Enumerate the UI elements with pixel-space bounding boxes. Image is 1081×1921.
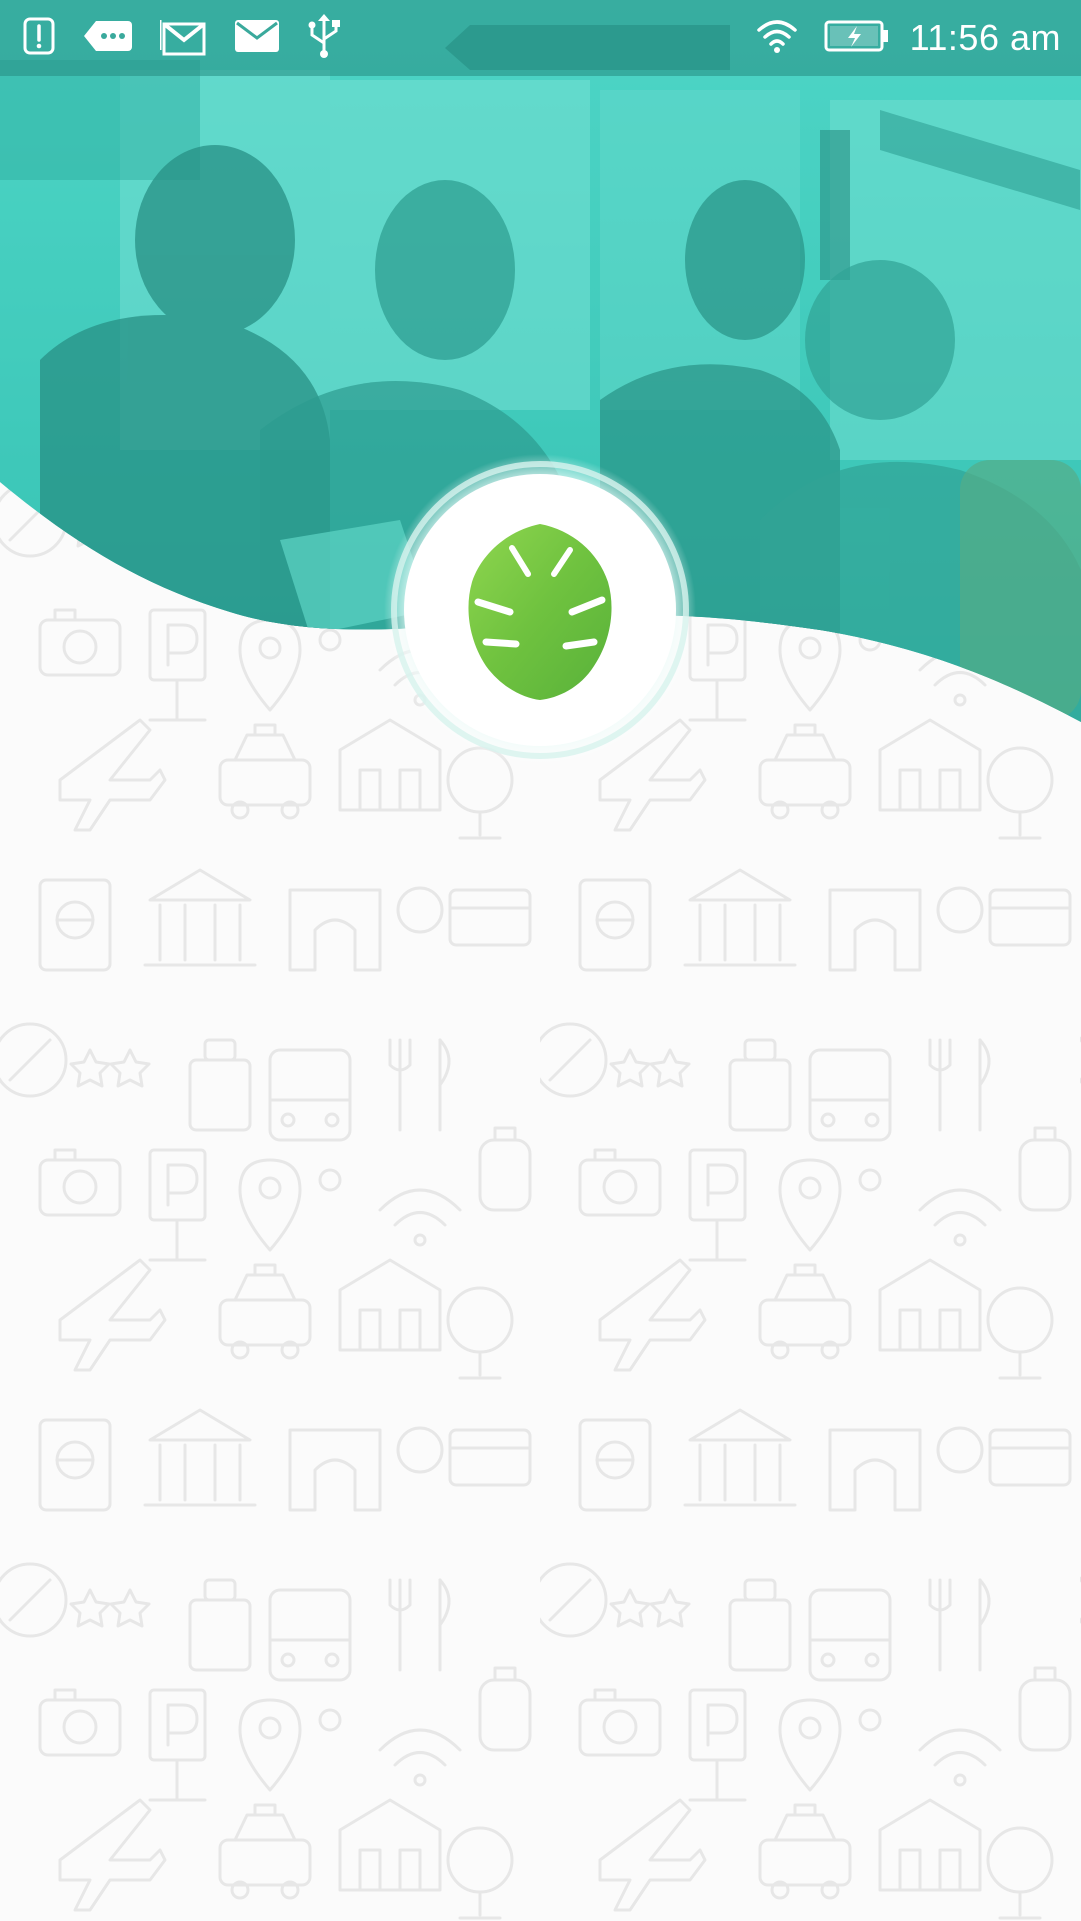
email-icon	[234, 18, 280, 59]
status-bar-system: 11:56 am	[756, 0, 1061, 76]
status-bar: 11:56 am	[0, 0, 1081, 76]
app-logo-badge	[384, 454, 696, 766]
status-bar-clock: 11:56 am	[909, 17, 1061, 58]
status-bar-notifications	[22, 0, 368, 76]
alert-notification-icon	[22, 16, 56, 61]
battery-charging-icon	[824, 19, 890, 58]
gmail-icon	[158, 16, 208, 61]
message-bubble-icon	[82, 17, 134, 60]
usb-icon	[306, 13, 342, 64]
wifi-icon	[756, 18, 798, 59]
splash-screen: 11:56 am	[0, 0, 1081, 1921]
